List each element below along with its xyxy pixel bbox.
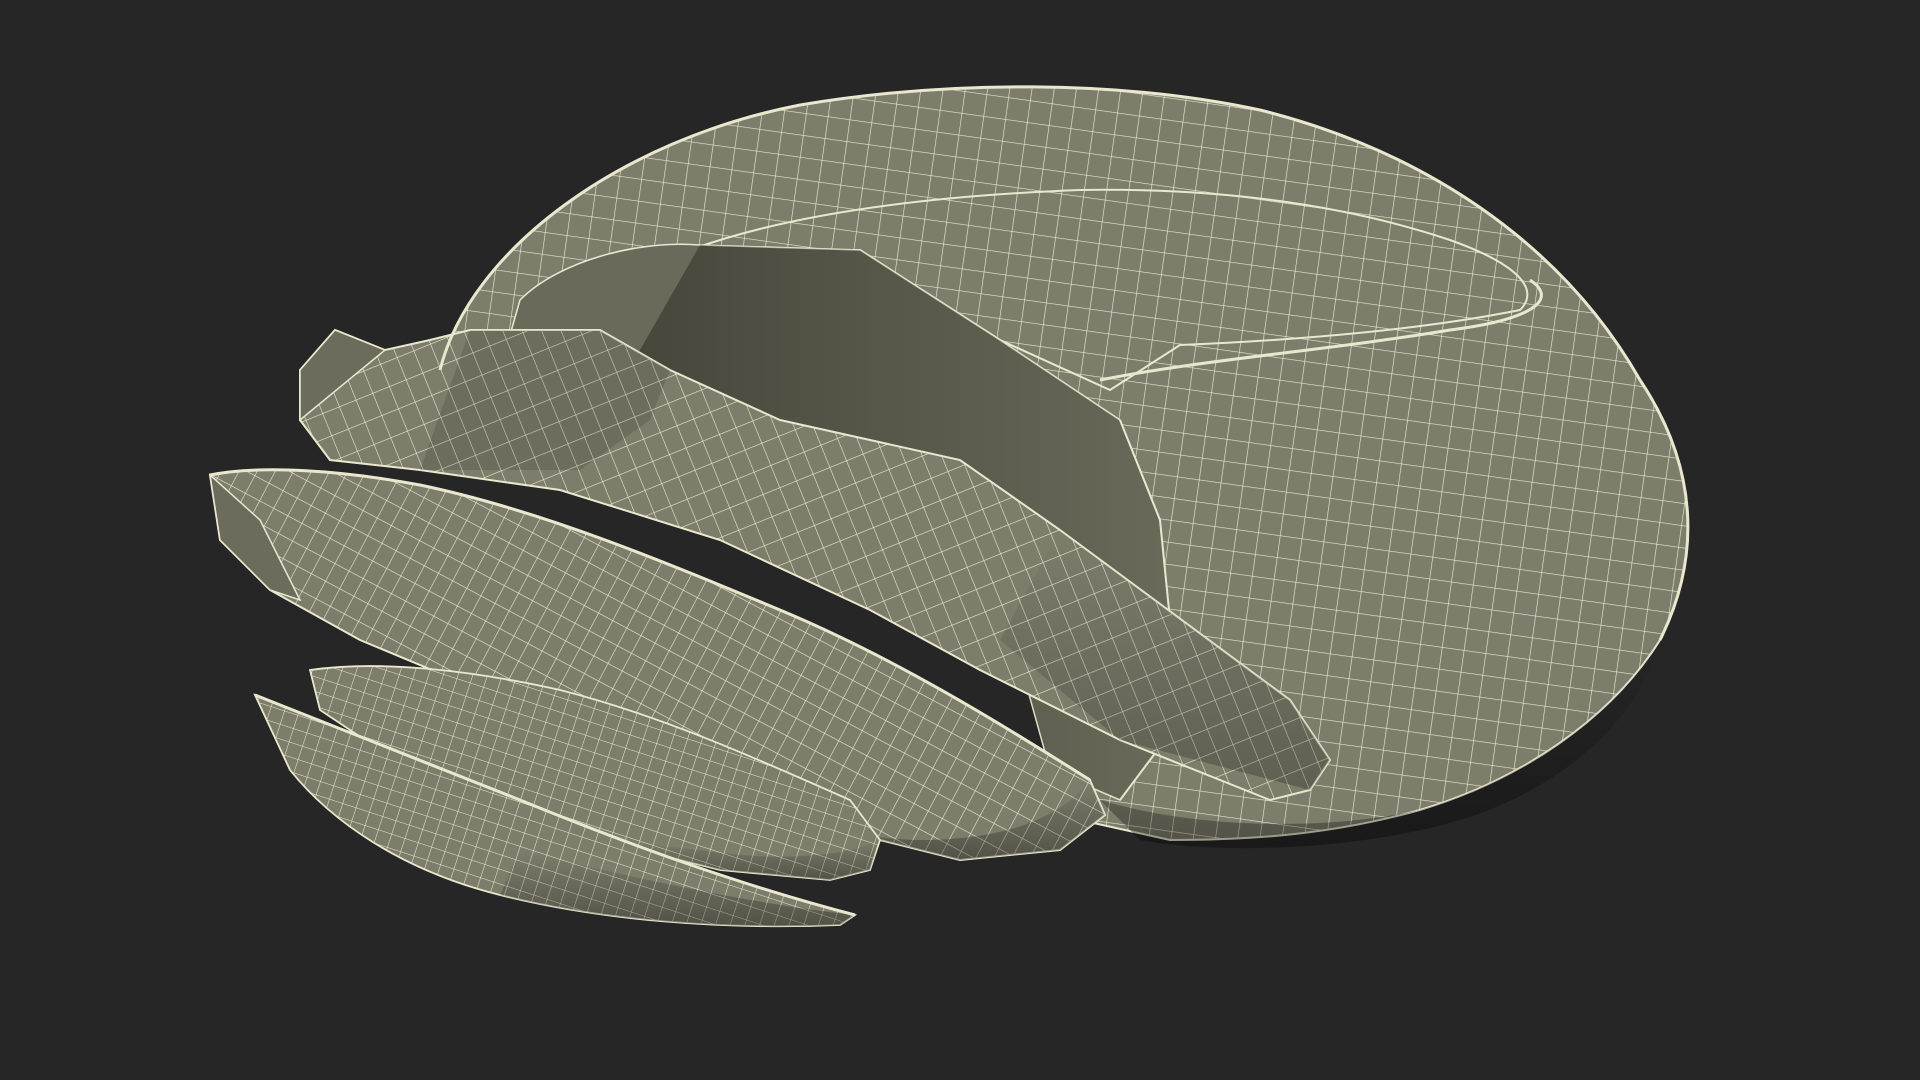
wireframe-model <box>208 85 1690 928</box>
render-viewport <box>0 0 1920 1080</box>
